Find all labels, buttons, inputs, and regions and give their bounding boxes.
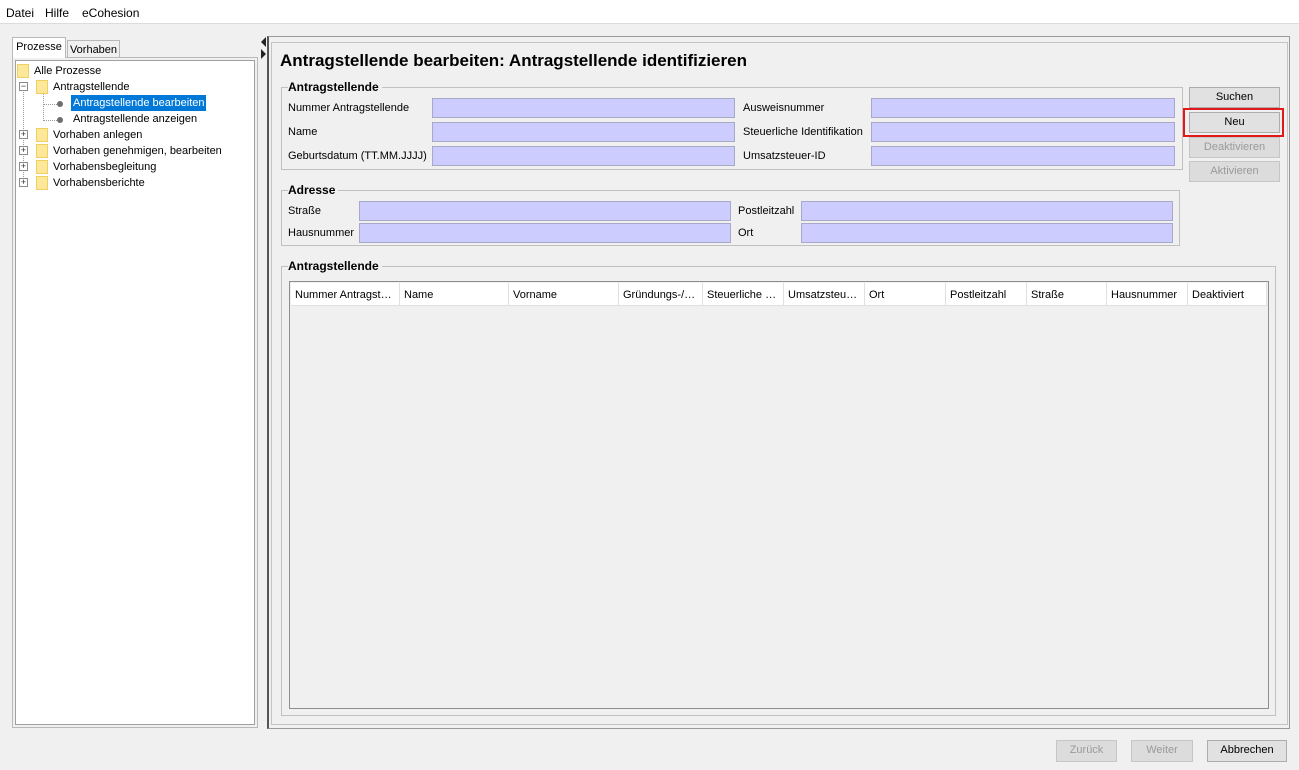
search-group-title: Antragstellende [288, 80, 382, 94]
column-header-name[interactable]: Name [400, 283, 509, 306]
expand-icon[interactable]: + [19, 146, 28, 155]
weiter-button[interactable]: Weiter [1131, 740, 1193, 762]
neu-button[interactable]: Neu [1189, 112, 1280, 133]
postleitzahl-input[interactable] [801, 201, 1173, 221]
menu-datei[interactable]: Datei [6, 6, 34, 20]
expand-icon[interactable]: + [19, 178, 28, 187]
ust-id-label: Umsatzsteuer-ID [743, 150, 826, 162]
address-group-title: Adresse [288, 183, 339, 197]
postleitzahl-label: Postleitzahl [738, 205, 795, 217]
ausweisnummer-input[interactable] [871, 98, 1175, 118]
expand-icon[interactable]: + [19, 162, 28, 171]
leaf-icon [57, 117, 63, 123]
menu-hilfe[interactable]: Hilfe [45, 6, 69, 20]
tree-item-vorhaben-anlegen[interactable]: Vorhaben anlegen [53, 127, 142, 143]
column-header-umsatzsteuer[interactable]: Umsatzsteu… [784, 283, 865, 306]
ort-label: Ort [738, 227, 754, 239]
name-label: Name [288, 126, 318, 138]
hausnummer-label: Hausnummer [288, 227, 355, 239]
expand-icon[interactable]: + [19, 130, 28, 139]
aktivieren-button[interactable]: Aktivieren [1189, 161, 1280, 182]
nummer-label: Nummer Antragstellende [288, 102, 410, 114]
column-header-strasse[interactable]: Straße [1027, 283, 1107, 306]
expand-right-arrow-icon[interactable] [261, 49, 266, 59]
folder-icon [36, 128, 48, 142]
name-input[interactable] [432, 122, 735, 142]
menu-bar: Datei Hilfe eCohesion [0, 0, 1299, 24]
leaf-icon [57, 101, 63, 107]
ort-input[interactable] [801, 223, 1173, 243]
ust-id-input[interactable] [871, 146, 1175, 166]
abbrechen-button[interactable]: Abbrechen [1207, 740, 1287, 762]
tree-item-antragstellende-anzeigen[interactable]: Antragstellende anzeigen [73, 111, 197, 127]
column-header-gruendung[interactable]: Gründungs-/… [619, 283, 703, 306]
column-header-steuerliche[interactable]: Steuerliche … [703, 283, 784, 306]
page-title: Antragstellende bearbeiten: Antragstelle… [280, 51, 751, 71]
folder-icon [36, 80, 48, 94]
process-tree-panel: Alle Prozesse − Antragstellende Antragst… [12, 57, 258, 728]
table-header: Nummer Antragst… Name Vorname Gründungs-… [291, 283, 1267, 306]
results-group-title: Antragstellende [288, 259, 382, 273]
collapse-left-arrow-icon[interactable] [261, 37, 266, 47]
folder-icon [36, 176, 48, 190]
steuer-id-label: Steuerliche Identifikation [743, 126, 863, 138]
column-header-postleitzahl[interactable]: Postleitzahl [946, 283, 1027, 306]
strasse-input[interactable] [359, 201, 731, 221]
process-tree: Alle Prozesse − Antragstellende Antragst… [15, 60, 255, 725]
tree-line [43, 120, 57, 121]
suchen-button[interactable]: Suchen [1189, 87, 1280, 108]
folder-icon [17, 64, 29, 78]
column-header-ort[interactable]: Ort [865, 283, 946, 306]
column-header-vorname[interactable]: Vorname [509, 283, 619, 306]
deaktivieren-button[interactable]: Deaktivieren [1189, 137, 1280, 158]
menu-ecohesion[interactable]: eCohesion [82, 6, 139, 20]
tree-item-vorhabensberichte[interactable]: Vorhabensberichte [53, 175, 145, 191]
tree-line [43, 104, 57, 105]
column-header-deaktiviert[interactable]: Deaktiviert [1188, 283, 1267, 306]
tree-line [43, 93, 44, 121]
results-table[interactable]: Nummer Antragst… Name Vorname Gründungs-… [289, 281, 1269, 709]
hausnummer-input[interactable] [359, 223, 731, 243]
folder-icon [36, 160, 48, 174]
strasse-label: Straße [288, 205, 322, 217]
tree-item-vorhaben-genehmigen[interactable]: Vorhaben genehmigen, bearbeiten [53, 143, 222, 159]
tree-item-antragstellende-bearbeiten[interactable]: Antragstellende bearbeiten [71, 95, 207, 111]
tree-item-antragstellende[interactable]: Antragstellende [53, 79, 129, 95]
geburtsdatum-input[interactable] [432, 146, 735, 166]
column-header-nummer[interactable]: Nummer Antragst… [291, 283, 400, 306]
zurueck-button[interactable]: Zurück [1056, 740, 1117, 762]
ausweisnummer-label: Ausweisnummer [743, 102, 825, 114]
column-header-hausnummer[interactable]: Hausnummer [1107, 283, 1188, 306]
tree-item-vorhabensbegleitung[interactable]: Vorhabensbegleitung [53, 159, 156, 175]
steuer-id-input[interactable] [871, 122, 1175, 142]
tree-item-alle-prozesse[interactable]: Alle Prozesse [34, 63, 101, 79]
nummer-antragstellende-input[interactable] [432, 98, 735, 118]
tab-prozesse[interactable]: Prozesse [12, 37, 66, 58]
folder-icon [36, 144, 48, 158]
collapse-icon[interactable]: − [19, 82, 28, 91]
geburtsdatum-label: Geburtsdatum (TT.MM.JJJJ) [288, 150, 427, 162]
